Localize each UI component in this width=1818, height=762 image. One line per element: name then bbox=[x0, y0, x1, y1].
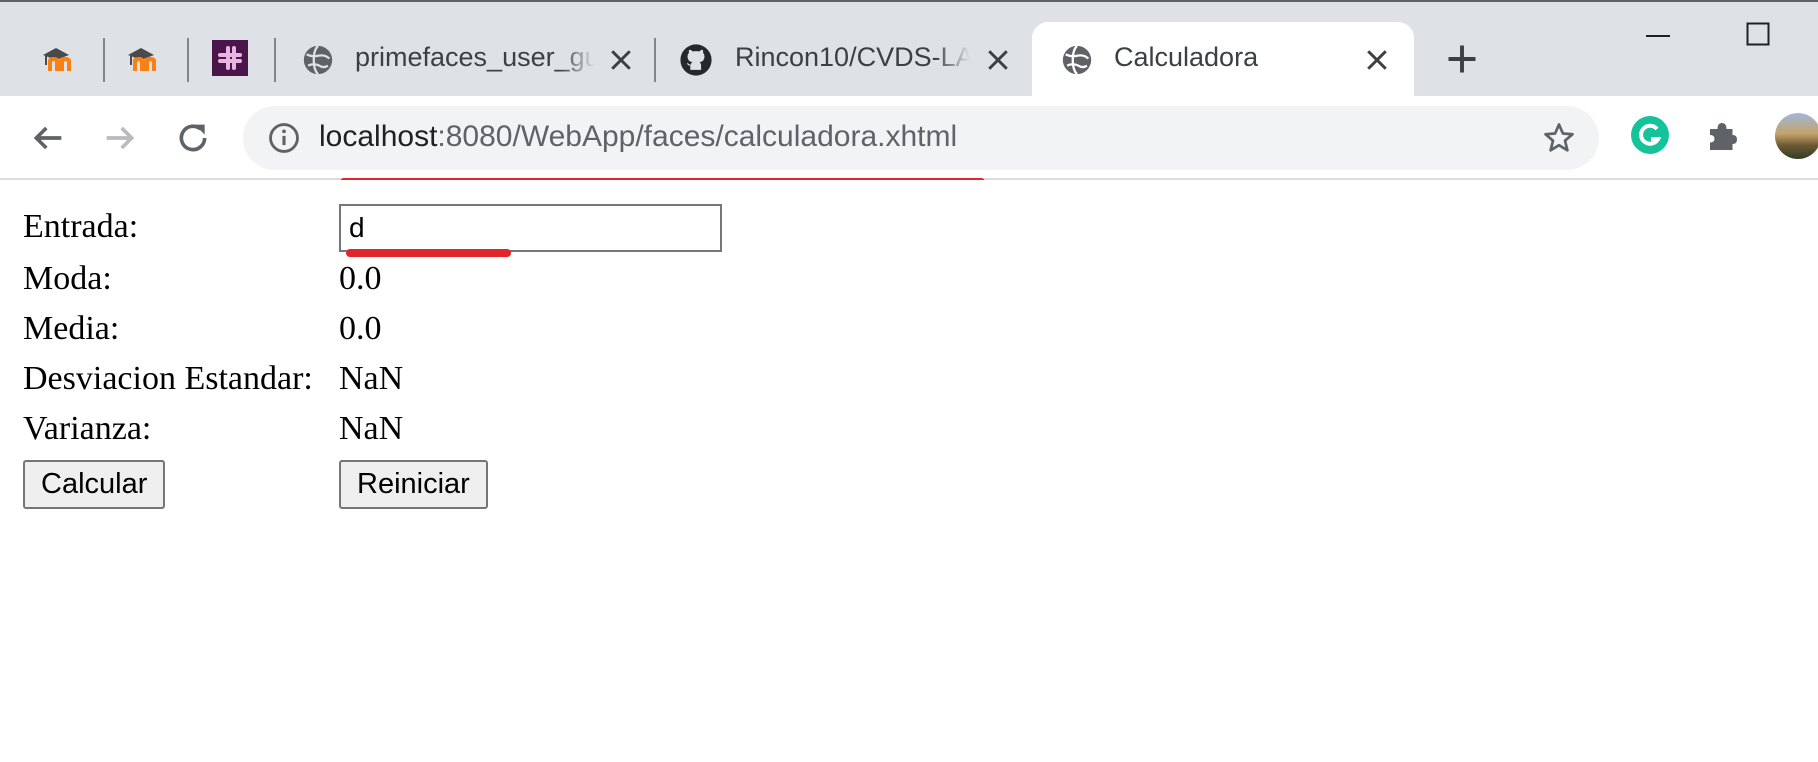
annotation-underline-input bbox=[346, 249, 511, 257]
entrada-input[interactable] bbox=[339, 204, 722, 252]
url-text[interactable]: localhost:8080/WebApp/faces/calculadora.… bbox=[319, 120, 957, 154]
pinned-tab-moodle-2[interactable] bbox=[115, 30, 175, 86]
reload-icon[interactable] bbox=[173, 118, 213, 158]
pinned-tab-moodle-1[interactable] bbox=[30, 30, 90, 86]
minimize-window-icon[interactable] bbox=[1644, 22, 1672, 50]
globe-icon bbox=[1062, 45, 1092, 75]
profile-avatar[interactable] bbox=[1775, 113, 1818, 159]
slack-icon bbox=[212, 40, 248, 76]
media-label: Media: bbox=[23, 310, 120, 347]
url-host: localhost bbox=[319, 120, 438, 153]
moodle-icon bbox=[43, 48, 71, 71]
calcular-button[interactable]: Calcular bbox=[23, 460, 166, 509]
tab-primefaces-user-guide[interactable]: primefaces_user_guide bbox=[286, 22, 654, 96]
close-icon[interactable] bbox=[983, 45, 1013, 75]
tab-title: Rincon10/CVDS-LAB bbox=[735, 42, 970, 72]
tab-title: Calculadora bbox=[1114, 42, 1259, 72]
back-arrow-icon[interactable] bbox=[28, 118, 68, 158]
tab-separator bbox=[187, 38, 189, 82]
github-icon bbox=[680, 44, 712, 76]
tab-strip: primefaces_user_guide Rincon10/CVDS-LAB … bbox=[0, 0, 1818, 96]
tab-calculadora[interactable]: Calculadora bbox=[1032, 22, 1414, 96]
tab-title: primefaces_user_guide bbox=[355, 42, 595, 72]
moda-value: 0.0 bbox=[339, 260, 382, 297]
maximize-window-icon[interactable] bbox=[1746, 22, 1770, 46]
tab-separator bbox=[274, 38, 276, 82]
media-value: 0.0 bbox=[339, 310, 382, 347]
tab-separator bbox=[103, 38, 105, 82]
reiniciar-button[interactable]: Reiniciar bbox=[339, 460, 488, 509]
url-path: :8080/WebApp/faces/calculadora.xhtml bbox=[437, 120, 958, 153]
entrada-label: Entrada: bbox=[23, 208, 139, 245]
info-icon[interactable] bbox=[267, 121, 301, 155]
forward-arrow-icon[interactable] bbox=[100, 118, 140, 158]
browser-toolbar: localhost:8080/WebApp/faces/calculadora.… bbox=[0, 96, 1818, 178]
moda-label: Moda: bbox=[23, 260, 112, 297]
globe-icon bbox=[303, 45, 333, 75]
bookmark-star-icon[interactable] bbox=[1541, 120, 1577, 156]
new-tab-plus-icon[interactable] bbox=[1444, 41, 1480, 77]
page-content: Entrada: Moda: 0.0 Media: 0.0 Desviacion… bbox=[0, 180, 1818, 762]
tab-github-rincon10[interactable]: Rincon10/CVDS-LAB bbox=[666, 22, 1032, 96]
moodle-icon bbox=[128, 48, 156, 71]
tab-separator bbox=[654, 38, 656, 82]
window-top-border bbox=[0, 0, 1818, 2]
pinned-tab-slack[interactable] bbox=[200, 30, 260, 86]
close-icon[interactable] bbox=[1362, 45, 1392, 75]
desviacion-estandar-label: Desviacion Estandar: bbox=[23, 360, 313, 397]
varianza-value: NaN bbox=[339, 410, 404, 447]
address-bar[interactable]: localhost:8080/WebApp/faces/calculadora.… bbox=[243, 106, 1599, 170]
varianza-label: Varianza: bbox=[23, 410, 152, 447]
desviacion-estandar-value: NaN bbox=[339, 360, 404, 397]
grammarly-icon[interactable] bbox=[1630, 115, 1670, 155]
close-icon[interactable] bbox=[606, 45, 636, 75]
extensions-puzzle-icon[interactable] bbox=[1704, 115, 1740, 155]
